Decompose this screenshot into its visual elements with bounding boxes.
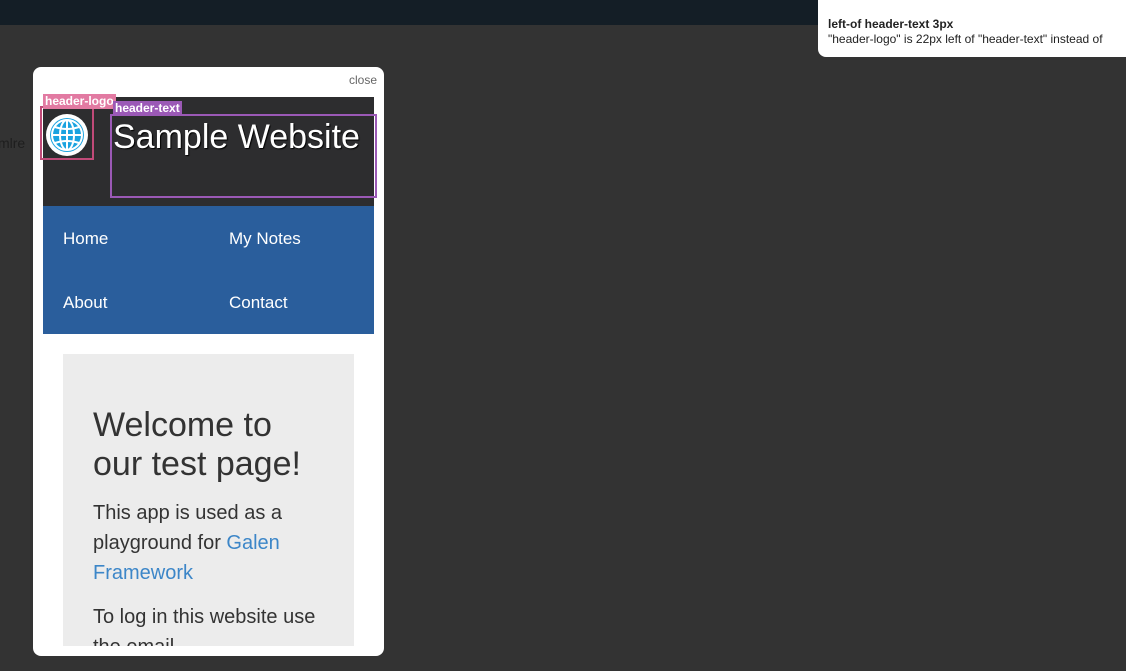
welcome-heading: Welcome to our test page!: [93, 406, 301, 483]
nav-item-my-notes[interactable]: My Notes: [229, 229, 301, 249]
notification-title: left-of header-text 3px: [828, 17, 954, 31]
header-logo-tag: header-logo: [43, 94, 116, 109]
nav-item-contact[interactable]: Contact: [229, 293, 288, 313]
welcome-panel: Welcome to our test page! This app is us…: [63, 354, 354, 646]
nav-item-home[interactable]: Home: [63, 229, 108, 249]
background-text-fragment: mlre: [0, 135, 26, 151]
validation-notification[interactable]: left-of header-text 3px "header-logo" is…: [818, 0, 1126, 57]
close-link[interactable]: close: [349, 73, 377, 87]
intro-paragraph: This app is used as a playground for Gal…: [93, 498, 324, 588]
page-screenshot: Sample Website Home My Notes About Conta…: [43, 97, 374, 646]
globe-logo-icon: [46, 114, 88, 156]
login-paragraph: To log in this website use the email: [93, 606, 316, 646]
nav-item-about[interactable]: About: [63, 293, 107, 313]
screenshot-dialog: close Sample Website Home My Notes About: [33, 67, 384, 656]
site-header: Sample Website: [43, 97, 374, 206]
header-text-tag: header-text: [113, 101, 182, 116]
site-title: Sample Website: [113, 118, 360, 156]
notification-message: "header-logo" is 22px left of "header-te…: [828, 32, 1103, 46]
site-nav: Home My Notes About Contact: [43, 206, 374, 334]
